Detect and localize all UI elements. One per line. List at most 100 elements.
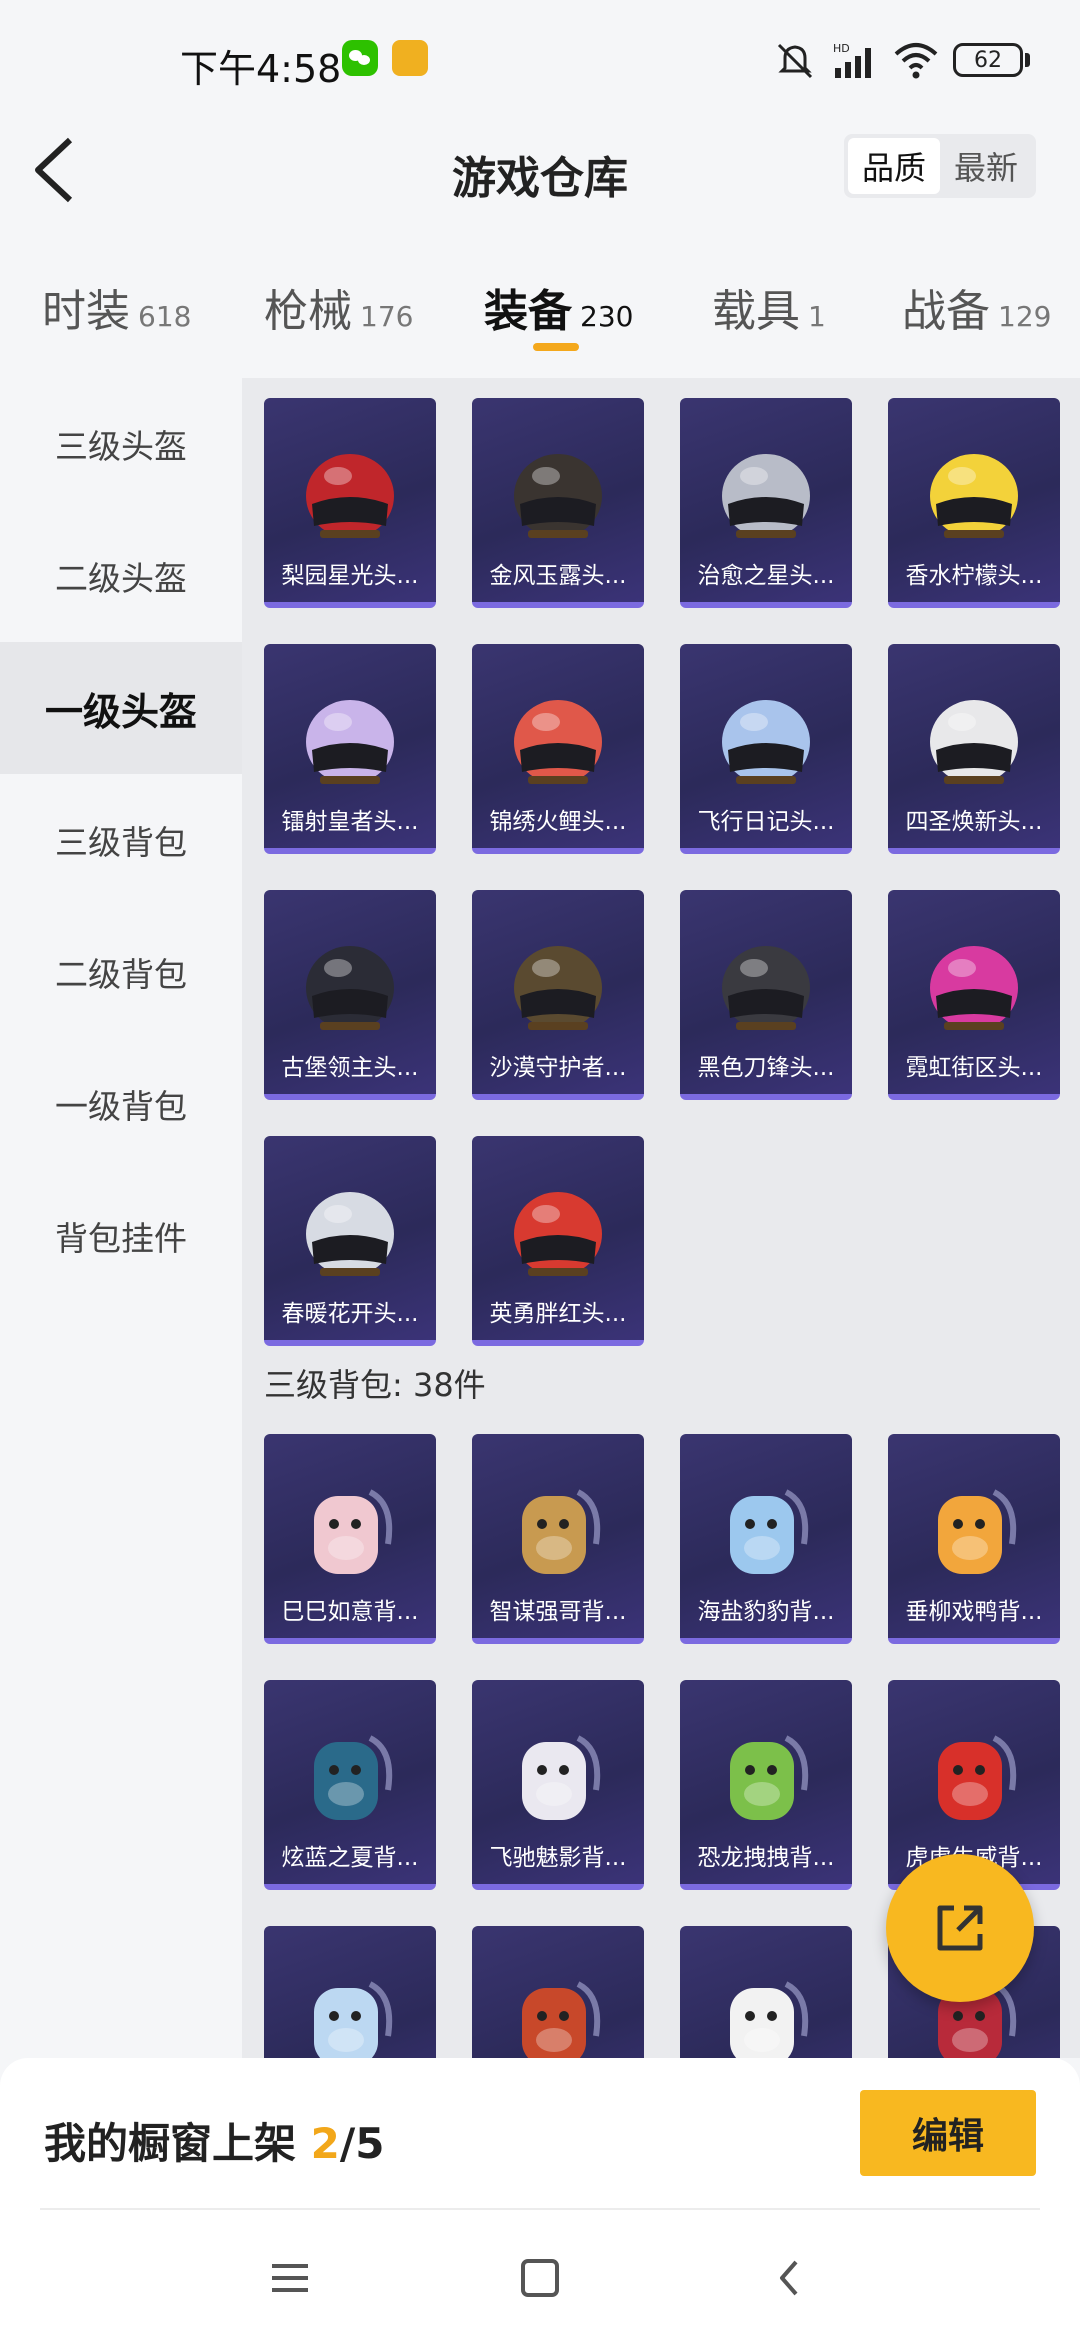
item-art (314, 1981, 393, 2058)
backpack-card[interactable]: 巳巳如意背... (264, 1434, 436, 1644)
item-art (306, 1192, 394, 1276)
sidebar-item-level1-backpack[interactable]: 一级背包 (0, 1038, 242, 1170)
backpack-card[interactable]: 恐龙拽拽背... (680, 1680, 852, 1890)
backpack-card[interactable]: 海盐豹豹背... (680, 1434, 852, 1644)
item-art (522, 1735, 601, 1820)
item-name: 镭射皇者头... (281, 809, 419, 835)
wechat-notification-icon (342, 40, 378, 76)
status-icons: HD 62 (773, 30, 1030, 90)
status-time: 下午4:58 (180, 47, 342, 91)
sidebar-item-backpack-charm[interactable]: 背包挂件 (0, 1170, 242, 1302)
helmet-card[interactable]: 四圣焕新头... (888, 644, 1060, 854)
sort-by-quality[interactable]: 品质 (848, 138, 940, 194)
item-name: 飞行日记头... (697, 809, 835, 835)
showcase-prefix: 我的橱窗上架 (44, 2119, 311, 2168)
sidebar-item-level1-helmet[interactable]: 一级头盔 (0, 642, 242, 774)
section-title-level3-backpack: 三级背包: 38件 (264, 1366, 486, 1404)
backpack-card[interactable]: 飞驰魅影背... (472, 1680, 644, 1890)
tab-count: 230 (580, 300, 634, 333)
helmet-card[interactable]: 古堡领主头... (264, 890, 436, 1100)
helmet-card[interactable]: 沙漠守护者... (472, 890, 644, 1100)
backpack-card[interactable]: 炫蓝之夏背... (264, 1680, 436, 1890)
item-art (938, 1735, 1017, 1820)
helmet-card[interactable]: 镭射皇者头... (264, 644, 436, 854)
item-art (730, 1735, 809, 1820)
item-art (930, 946, 1018, 1030)
item-art (514, 1192, 602, 1276)
item-art (314, 1735, 393, 1820)
sidebar-item-level2-backpack[interactable]: 二级背包 (0, 906, 242, 1038)
helmet-card[interactable]: 治愈之星头... (680, 398, 852, 608)
helmet-card[interactable]: 梨园星光头... (264, 398, 436, 608)
item-name: 英勇胖红头... (489, 1301, 627, 1327)
item-art (522, 1489, 601, 1574)
backpack-card[interactable]: 垂柳戏鸭背... (888, 1434, 1060, 1644)
showcase-current: 2 (310, 2119, 340, 2168)
item-name: 治愈之星头... (697, 563, 835, 589)
battery-icon: 62 (953, 43, 1030, 77)
system-nav-bar (0, 2218, 1080, 2340)
tab-equipment[interactable]: 装备 230 (484, 275, 633, 339)
showcase-total: /5 (339, 2119, 385, 2168)
tab-label: 时装 (42, 286, 130, 337)
helmet-card[interactable]: 英勇胖红头... (472, 1136, 644, 1346)
item-name: 香水柠檬头... (905, 563, 1043, 589)
sidebar-item-level2-helmet[interactable]: 二级头盔 (0, 510, 242, 642)
helmet-card[interactable]: 金风玉露头... (472, 398, 644, 608)
item-art (722, 700, 810, 784)
backpack-card[interactable] (680, 1926, 852, 2058)
item-art (514, 454, 602, 538)
tab-weapons[interactable]: 枪械 176 (264, 275, 413, 339)
item-name: 巳巳如意背... (281, 1599, 419, 1625)
item-name: 飞驰魅影背... (489, 1845, 627, 1871)
backpack-card[interactable]: 智谋强哥背... (472, 1434, 644, 1644)
backpack-card[interactable] (472, 1926, 644, 2058)
share-button[interactable] (886, 1854, 1034, 2002)
tab-count: 129 (998, 300, 1052, 333)
helmet-card[interactable]: 香水柠檬头... (888, 398, 1060, 608)
item-name: 春暖花开头... (281, 1301, 419, 1327)
home-icon[interactable] (510, 2248, 570, 2308)
back-icon[interactable] (760, 2248, 820, 2308)
item-art (306, 700, 394, 784)
item-art (730, 1489, 809, 1574)
item-art (306, 454, 394, 538)
item-name: 海盐豹豹背... (697, 1599, 835, 1625)
helmet-card[interactable]: 锦绣火鲤头... (472, 644, 644, 854)
category-tabs: 时装 618 枪械 176 装备 230 载具 1 战备 129 (0, 255, 1080, 365)
signal-icon: HD (833, 42, 871, 78)
sidebar: 三级头盔 二级头盔 一级头盔 三级背包 二级背包 一级背包 背包挂件 (0, 378, 242, 2058)
helmet-card[interactable]: 飞行日记头... (680, 644, 852, 854)
status-bar: 下午4:58 HD 62 (0, 0, 1080, 120)
item-name: 金风玉露头... (489, 563, 627, 589)
external-link-icon (937, 1905, 983, 1951)
item-name: 沙漠守护者... (489, 1055, 627, 1081)
helmet-card[interactable]: 黑色刀锋头... (680, 890, 852, 1100)
tab-label: 战备 (902, 286, 990, 337)
tab-label: 装备 (484, 286, 572, 337)
tab-combat-gear[interactable]: 战备 129 (902, 275, 1051, 339)
sidebar-item-level3-helmet[interactable]: 三级头盔 (0, 378, 242, 510)
edit-button[interactable]: 编辑 (860, 2090, 1036, 2176)
tab-vehicles[interactable]: 载具 1 (712, 275, 826, 339)
bottom-panel: 我的橱窗上架 2/5 编辑 (0, 2058, 1080, 2340)
helmet-card[interactable]: 霓虹街区头... (888, 890, 1060, 1100)
mute-icon (777, 43, 813, 79)
item-art (306, 946, 394, 1030)
wifi-icon (894, 43, 938, 79)
item-art (514, 700, 602, 784)
item-name: 霓虹街区头... (905, 1055, 1043, 1081)
app-notification-icon (392, 40, 428, 76)
tab-label: 载具 (712, 286, 800, 337)
item-art (522, 1981, 601, 2058)
tab-fashion[interactable]: 时装 618 (42, 275, 191, 339)
helmet-card[interactable]: 春暖花开头... (264, 1136, 436, 1346)
battery-level: 62 (953, 43, 1023, 77)
sort-by-newest[interactable]: 最新 (940, 138, 1032, 194)
item-name: 智谋强哥背... (489, 1599, 627, 1625)
item-art (930, 454, 1018, 538)
sidebar-item-level3-backpack[interactable]: 三级背包 (0, 774, 242, 906)
backpack-card[interactable] (264, 1926, 436, 2058)
item-art (938, 1489, 1017, 1574)
menu-icon[interactable] (260, 2248, 320, 2308)
